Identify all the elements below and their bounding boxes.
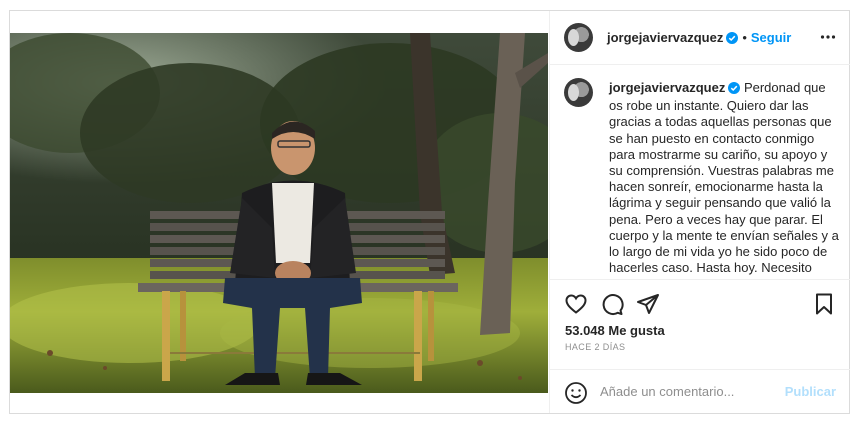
share-send-icon[interactable] [636, 292, 660, 316]
verified-badge-icon [728, 82, 741, 98]
emoji-icon[interactable] [564, 381, 588, 405]
comment-bubble-icon[interactable] [600, 292, 624, 316]
likes-count[interactable]: 53.048 Me gusta [565, 323, 665, 338]
like-heart-icon[interactable] [564, 292, 588, 316]
author-line: jorgejaviervazquez • Seguir [607, 29, 791, 49]
author-username[interactable]: jorgejaviervazquez [607, 30, 723, 45]
author-avatar[interactable] [564, 23, 593, 52]
caption-body: Perdonad que os robe un instante. Quiero… [609, 80, 839, 276]
post-timestamp[interactable]: HACE 2 DÍAS [565, 342, 625, 352]
separator-dot: • [742, 30, 747, 45]
more-options-icon[interactable] [820, 29, 836, 50]
verified-badge-icon [726, 31, 739, 49]
post-photo[interactable] [10, 33, 548, 393]
action-section: 53.048 Me gusta HACE 2 DÍAS Añade un com… [550, 279, 850, 414]
caption-username[interactable]: jorgejaviervazquez [609, 80, 725, 95]
post-header: jorgejaviervazquez • Seguir [550, 11, 850, 65]
instagram-post: jorgejaviervazquez • Seguir jorgejaviervaz… [9, 10, 850, 414]
save-bookmark-icon[interactable] [812, 292, 836, 316]
caption-text-container: jorgejaviervazquez Perdonad que os robe … [609, 80, 839, 276]
publish-button[interactable]: Publicar [785, 384, 836, 399]
post-sidebar: jorgejaviervazquez • Seguir jorgejaviervaz… [549, 11, 850, 413]
comment-bar: Añade un comentario... Publicar [550, 369, 850, 415]
caption-block: jorgejaviervazquez Perdonad que os robe … [564, 78, 840, 278]
follow-button[interactable]: Seguir [751, 30, 791, 45]
comment-input[interactable]: Añade un comentario... [600, 384, 734, 399]
caption-avatar[interactable] [564, 78, 593, 107]
